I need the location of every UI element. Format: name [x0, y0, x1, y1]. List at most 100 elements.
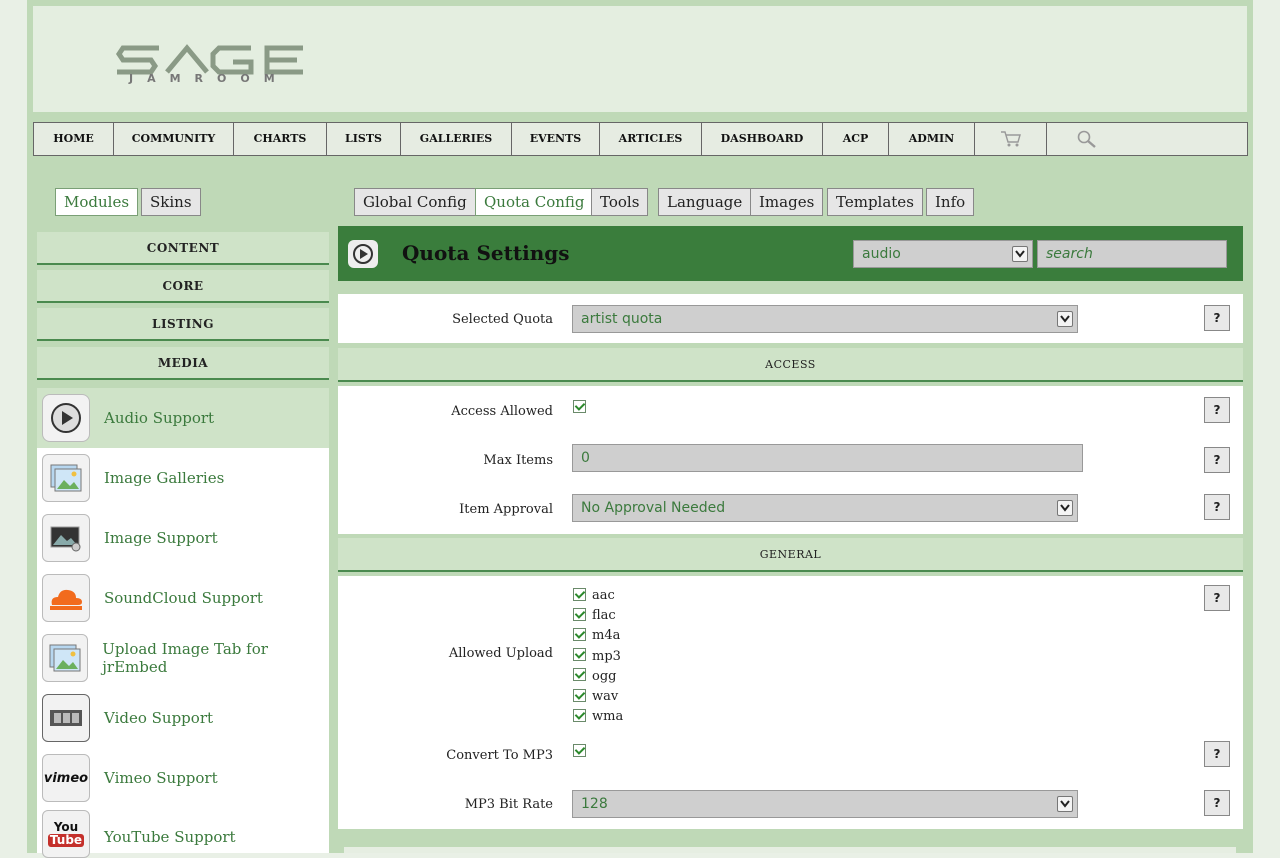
help-button[interactable]: ? [1204, 305, 1230, 331]
list-item[interactable]: ogg [573, 667, 623, 687]
image-gallery-icon [42, 454, 90, 502]
item-approval-select[interactable]: No Approval Needed [572, 494, 1078, 522]
tab-info[interactable]: Info [926, 188, 975, 216]
upload-checkbox[interactable] [573, 587, 586, 601]
sidebar-item-soundcloud-support[interactable]: SoundCloud Support [37, 568, 329, 628]
cart-icon[interactable] [975, 123, 1047, 155]
image-support-icon [42, 514, 90, 562]
search-icon[interactable] [1047, 123, 1127, 155]
tab-quota-config[interactable]: Quota Config [475, 188, 594, 216]
allowed-upload-list: aac flac m4a mp3 ogg wav wma [573, 586, 623, 727]
sidebar-item-upload-image-tab[interactable]: Upload Image Tab for jrEmbed [37, 628, 329, 688]
list-item[interactable]: wav [573, 687, 623, 707]
sidebar-item-label: Upload Image Tab for jrEmbed [102, 640, 268, 676]
youtube-icon-text-bottom: Tube [47, 833, 85, 847]
tab-tools[interactable]: Tools [591, 188, 649, 216]
sidebar-item-video-support[interactable]: Video Support [37, 688, 329, 748]
site-header: JAMROOM [33, 6, 1247, 112]
tab-modules[interactable]: Modules [55, 188, 139, 216]
upload-checkbox[interactable] [573, 607, 586, 621]
sidebar-category-listing[interactable]: LISTING [37, 308, 329, 341]
sidebar-item-audio-support[interactable]: Audio Support [37, 388, 329, 448]
section-access: ACCESS [338, 348, 1243, 382]
tab-global-config[interactable]: Global Config [354, 188, 476, 216]
nav-events[interactable]: EVENTS [512, 123, 600, 155]
sidebar-item-youtube-support[interactable]: You Tube YouTube Support [37, 808, 329, 858]
convert-mp3-checkbox[interactable] [573, 744, 586, 757]
list-item[interactable]: aac [573, 586, 623, 606]
film-icon [42, 694, 90, 742]
allowed-upload-label: Allowed Upload [448, 646, 553, 661]
convert-mp3-label: Convert To MP3 [446, 748, 553, 763]
nav-acp[interactable]: ACP [823, 123, 889, 155]
sidebar-item-image-support[interactable]: Image Support [37, 508, 329, 568]
nav-charts[interactable]: CHARTS [234, 123, 327, 155]
help-button[interactable]: ? [1204, 790, 1230, 816]
module-select-value: audio [862, 246, 901, 262]
main-navigation: HOME COMMUNITY CHARTS LISTS GALLERIES EV… [33, 122, 1248, 156]
upload-checkbox[interactable] [573, 668, 586, 682]
footer-bar [344, 847, 1236, 853]
sidebar-item-label: YouTube Support [104, 828, 236, 846]
general-section-body: Allowed Upload aac flac m4a mp3 ogg wav … [338, 576, 1243, 829]
help-button[interactable]: ? [1204, 741, 1230, 767]
upload-image-icon [42, 634, 89, 682]
help-button[interactable]: ? [1204, 494, 1230, 520]
page-frame: JAMROOM HOME COMMUNITY CHARTS LISTS GALL… [27, 0, 1253, 858]
list-item[interactable]: wma [573, 707, 623, 727]
upload-checkbox[interactable] [573, 688, 586, 702]
bitrate-label: MP3 Bit Rate [464, 797, 553, 812]
section-general: GENERAL [338, 538, 1243, 572]
sidebar-item-label: SoundCloud Support [104, 589, 263, 607]
list-item[interactable]: m4a [573, 626, 623, 646]
sidebar-category-content[interactable]: CONTENT [37, 232, 329, 265]
module-select[interactable]: audio [853, 240, 1033, 268]
nav-articles[interactable]: ARTICLES [600, 123, 702, 155]
upload-checkbox[interactable] [573, 648, 586, 662]
bitrate-value: 128 [581, 796, 608, 812]
play-icon[interactable] [348, 240, 378, 268]
youtube-icon: You Tube [42, 810, 90, 858]
nav-dashboard[interactable]: DASHBOARD [702, 123, 823, 155]
max-items-label: Max Items [483, 453, 553, 468]
sidebar-category-core[interactable]: CORE [37, 270, 329, 303]
upload-checkbox[interactable] [573, 627, 586, 641]
tab-skins[interactable]: Skins [141, 188, 201, 216]
list-item[interactable]: flac [573, 606, 623, 626]
nav-community[interactable]: COMMUNITY [114, 123, 234, 155]
tab-language[interactable]: Language [658, 188, 752, 216]
access-allowed-checkbox[interactable] [573, 400, 586, 413]
quota-settings-header: Quota Settings audio search [338, 226, 1243, 281]
help-button[interactable]: ? [1204, 585, 1230, 611]
nav-home[interactable]: HOME [34, 123, 114, 155]
item-approval-label: Item Approval [459, 502, 553, 517]
tab-templates[interactable]: Templates [827, 188, 923, 216]
search-placeholder: search [1046, 246, 1093, 262]
tab-images[interactable]: Images [750, 188, 824, 216]
logo-subtext: JAMROOM [129, 72, 289, 85]
max-items-input[interactable]: 0 [572, 444, 1083, 472]
access-section-body: Access Allowed ? Max Items 0 ? Item Appr… [338, 386, 1243, 534]
nav-lists[interactable]: LISTS [327, 123, 401, 155]
sidebar-item-label: Audio Support [104, 409, 215, 427]
page-title: Quota Settings [402, 241, 570, 265]
chevron-down-icon [1057, 796, 1073, 812]
item-approval-value: No Approval Needed [581, 500, 726, 516]
vimeo-icon-text: vimeo [43, 770, 89, 786]
bitrate-select[interactable]: 128 [572, 790, 1078, 818]
sidebar-item-vimeo-support[interactable]: vimeo Vimeo Support [37, 748, 329, 808]
help-button[interactable]: ? [1204, 397, 1230, 423]
search-input[interactable]: search [1037, 240, 1227, 268]
list-item[interactable]: mp3 [573, 647, 623, 667]
upload-checkbox[interactable] [573, 708, 586, 722]
nav-galleries[interactable]: GALLERIES [401, 123, 512, 155]
selected-quota-label: Selected Quota [452, 312, 553, 327]
sidebar-item-label: Video Support [104, 709, 214, 727]
soundcloud-icon [42, 574, 90, 622]
nav-admin[interactable]: ADMIN [889, 123, 975, 155]
sidebar-item-image-galleries[interactable]: Image Galleries [37, 448, 329, 508]
help-button[interactable]: ? [1204, 447, 1230, 473]
selected-quota-select[interactable]: artist quota [572, 305, 1078, 333]
sidebar-category-media[interactable]: MEDIA [37, 347, 329, 380]
max-items-value: 0 [581, 450, 590, 466]
